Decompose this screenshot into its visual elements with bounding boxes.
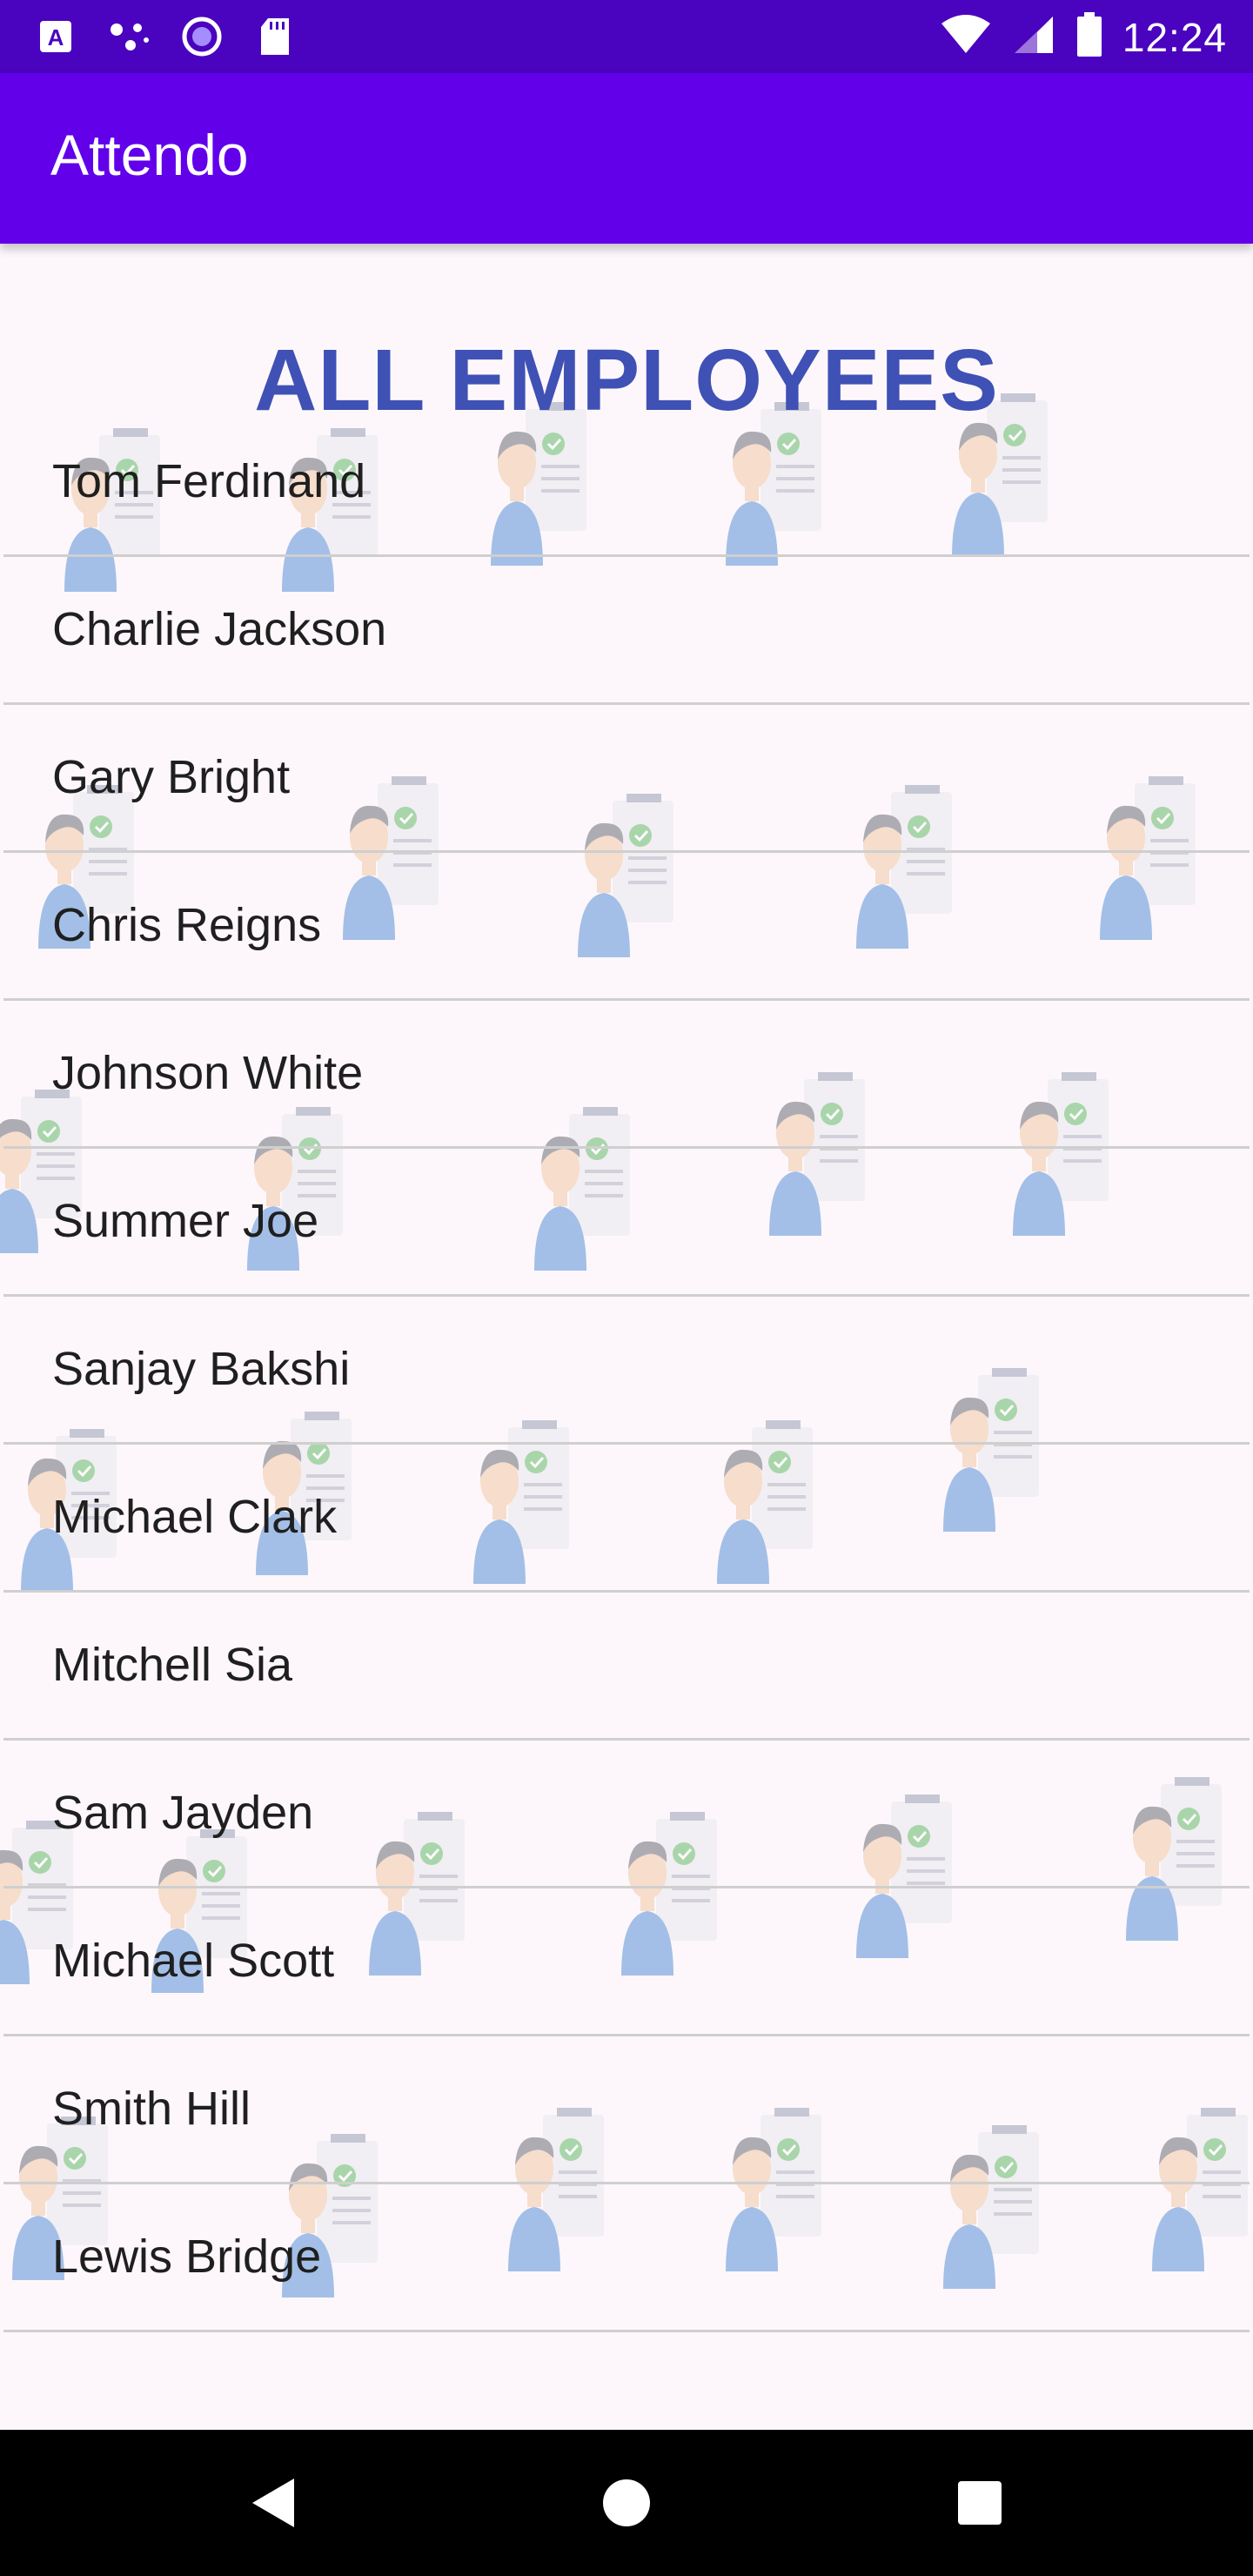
list-item[interactable]: Smith Hill	[3, 2036, 1250, 2184]
status-clock: 12:24	[1122, 14, 1227, 60]
employee-name: Sam Jayden	[52, 1787, 314, 1839]
list-item[interactable]: Lewis Bridge	[3, 2184, 1250, 2332]
sd-card-icon	[254, 16, 296, 57]
employee-name: Johnson White	[52, 1047, 364, 1099]
employee-name: Tom Ferdinand	[52, 455, 366, 507]
recents-icon[interactable]	[943, 2466, 1016, 2539]
employee-name: Mitchell Sia	[52, 1639, 293, 1691]
employee-name: Chris Reigns	[52, 899, 322, 951]
status-left-icons: A	[35, 16, 296, 57]
list-item[interactable]: Tom Ferdinand	[3, 409, 1250, 557]
dots-icon	[108, 16, 150, 57]
list-item[interactable]: Michael Clark	[3, 1445, 1250, 1593]
back-icon[interactable]	[237, 2466, 310, 2539]
status-right-icons: 12:24	[940, 12, 1227, 62]
list-item[interactable]: Charlie Jackson	[3, 557, 1250, 705]
signal-icon	[1011, 13, 1056, 61]
navigation-bar	[0, 2430, 1253, 2576]
screen: A 12:24 Attendo ALL EMPLOYEES Tom Ferdin…	[0, 0, 1253, 2576]
app-bar: Attendo	[0, 73, 1253, 244]
battery-icon	[1075, 12, 1103, 62]
list-item[interactable]: Sam Jayden	[3, 1741, 1250, 1888]
list-item[interactable]: Sanjay Bakshi	[3, 1297, 1250, 1445]
employee-name: Summer Joe	[52, 1195, 319, 1247]
wifi-icon	[940, 13, 992, 61]
employee-name: Charlie Jackson	[52, 603, 387, 655]
employee-name: Michael Clark	[52, 1491, 338, 1543]
list-item[interactable]: Johnson White	[3, 1001, 1250, 1149]
employee-name: Smith Hill	[52, 2083, 251, 2135]
svg-text:A: A	[48, 24, 64, 50]
home-icon[interactable]	[590, 2466, 663, 2539]
employee-list[interactable]: Tom Ferdinand Charlie Jackson Gary Brigh…	[3, 409, 1250, 2332]
list-item[interactable]: Chris Reigns	[3, 853, 1250, 1001]
status-bar: A 12:24	[0, 0, 1253, 73]
text-a-icon: A	[35, 16, 77, 57]
app-title: Attendo	[50, 123, 249, 187]
list-item[interactable]: Summer Joe	[3, 1149, 1250, 1297]
employee-name: Lewis Bridge	[52, 2231, 322, 2283]
list-item[interactable]: Mitchell Sia	[3, 1593, 1250, 1741]
employee-name: Michael Scott	[52, 1935, 335, 1987]
employee-name: Gary Bright	[52, 751, 291, 803]
employee-name: Sanjay Bakshi	[52, 1343, 351, 1395]
list-item[interactable]: Michael Scott	[3, 1888, 1250, 2036]
employee-content: ALL EMPLOYEES Tom Ferdinand Charlie Jack…	[0, 244, 1253, 2430]
record-circle-icon	[181, 16, 223, 57]
list-item[interactable]: Gary Bright	[3, 705, 1250, 853]
